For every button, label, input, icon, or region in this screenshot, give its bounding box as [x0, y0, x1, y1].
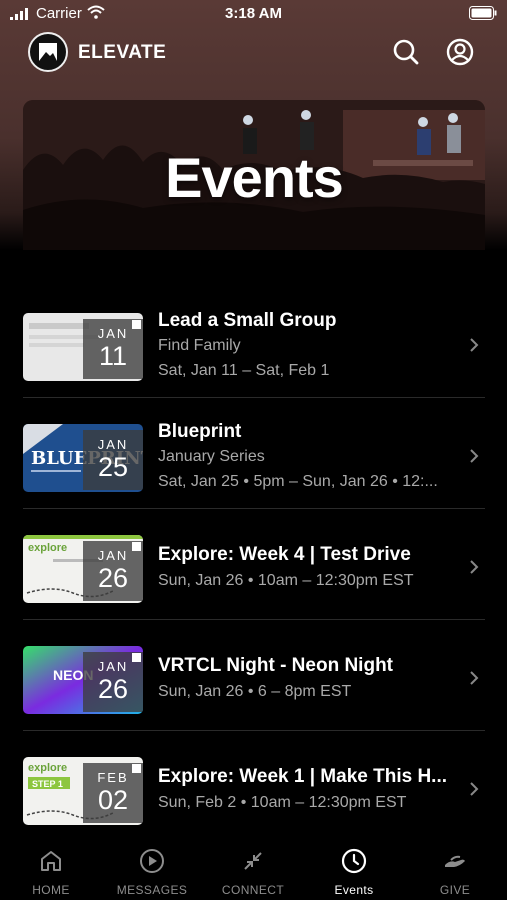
- date-badge-day: 25: [97, 452, 129, 482]
- mountain-logo-icon: [39, 43, 57, 61]
- tab-home[interactable]: HOME: [1, 840, 101, 900]
- chevron-right-icon: [470, 671, 479, 685]
- row-divider: [23, 619, 485, 620]
- corner-fold-icon: [132, 320, 141, 329]
- row-divider: [23, 397, 485, 398]
- thumbnail-text: explore: [28, 542, 67, 554]
- corner-fold-icon: [132, 764, 141, 773]
- connect-arrows-icon: [244, 852, 262, 870]
- profile-icon[interactable]: [446, 38, 474, 66]
- event-subtitle: January Series: [158, 448, 265, 465]
- date-badge: JAN 26: [83, 541, 143, 601]
- event-row-blueprint[interactable]: BLUEPRINT JAN 25 Blueprint January Serie…: [23, 399, 485, 509]
- tab-label: CONNECT: [221, 883, 285, 897]
- search-icon[interactable]: [392, 38, 420, 66]
- date-badge-month: JAN: [97, 437, 129, 452]
- tab-label: Events: [334, 883, 374, 897]
- app-header: ELEVATE: [0, 30, 507, 76]
- row-divider: [23, 730, 485, 731]
- event-row-vrtcl-night[interactable]: NEON JAN 26 VRTCL Night - Neon Night Sun…: [23, 621, 485, 731]
- brand-name: ELEVATE: [78, 42, 167, 63]
- tab-label: GIVE: [439, 883, 471, 897]
- chevron-right-icon: [470, 560, 479, 574]
- event-row-lead-small-group[interactable]: JAN 11 Lead a Small Group Find Family Sa…: [23, 288, 485, 398]
- event-dates: Sun, Jan 26 • 6 – 8pm EST: [158, 683, 352, 700]
- battery-icon: [469, 6, 497, 20]
- event-title: Explore: Week 1 | Make This H...: [158, 766, 448, 787]
- chevron-right-icon: [470, 449, 479, 463]
- elevate-logo[interactable]: [28, 32, 68, 72]
- event-subtitle: Find Family: [158, 337, 241, 354]
- events-hero-banner: Events: [23, 100, 485, 250]
- date-badge: FEB 02: [83, 763, 143, 823]
- date-badge: JAN 25: [83, 430, 143, 490]
- date-badge: JAN 11: [83, 319, 143, 379]
- event-thumbnail: NEON JAN 26: [23, 646, 143, 714]
- bottom-tab-bar: HOME MESSAGES CONNECT Events GIVE: [0, 840, 507, 900]
- corner-fold-icon: [132, 653, 141, 662]
- date-badge-day: 26: [97, 674, 129, 704]
- hero-title: Events: [165, 146, 344, 209]
- chevron-right-icon: [470, 782, 479, 796]
- status-bar: Carrier 3:18 AM: [0, 0, 507, 28]
- date-badge: JAN 26: [83, 652, 143, 712]
- clock-icon: [341, 848, 367, 874]
- thumbnail-text: explore: [28, 762, 67, 774]
- event-title: VRTCL Night - Neon Night: [158, 655, 394, 676]
- event-dates: Sat, Jan 25 • 5pm – Sun, Jan 26 • 12:...: [158, 473, 438, 490]
- give-hand-icon: [445, 855, 465, 867]
- event-thumbnail: BLUEPRINT JAN 25: [23, 424, 143, 492]
- date-badge-day: 11: [98, 341, 128, 371]
- tab-messages[interactable]: MESSAGES: [102, 840, 202, 900]
- event-thumbnail: explore JAN 26: [23, 535, 143, 603]
- event-dates: Sun, Jan 26 • 10am – 12:30pm EST: [158, 572, 414, 589]
- tab-label: HOME: [32, 883, 70, 897]
- tab-events[interactable]: Events: [304, 840, 404, 900]
- tab-give[interactable]: GIVE: [405, 840, 505, 900]
- event-title: Explore: Week 4 | Test Drive: [158, 544, 411, 565]
- event-dates: Sat, Jan 11 – Sat, Feb 1: [158, 362, 330, 379]
- tab-connect[interactable]: CONNECT: [203, 840, 303, 900]
- play-circle-icon: [140, 849, 164, 873]
- event-row-explore-week-4[interactable]: explore JAN 26 Explore: Week 4 | Test Dr…: [23, 510, 485, 620]
- event-thumbnail: JAN 11: [23, 313, 143, 381]
- event-title: Lead a Small Group: [158, 310, 337, 331]
- event-title: Blueprint: [158, 421, 242, 442]
- event-dates: Sun, Feb 2 • 10am – 12:30pm EST: [158, 794, 407, 811]
- tab-label: MESSAGES: [116, 883, 188, 897]
- date-badge-day: 02: [97, 785, 129, 815]
- thumbnail-step-text: STEP 1: [32, 779, 63, 789]
- date-badge-day: 26: [97, 563, 129, 593]
- status-time: 3:18 AM: [225, 5, 282, 22]
- row-divider: [23, 508, 485, 509]
- event-thumbnail: explore STEP 1 FEB 02: [23, 757, 143, 825]
- chevron-right-icon: [470, 338, 479, 352]
- corner-fold-icon: [132, 542, 141, 551]
- event-row-explore-week-1[interactable]: explore STEP 1 FEB 02 Explore: Week 1 | …: [23, 732, 485, 842]
- home-icon: [41, 851, 61, 871]
